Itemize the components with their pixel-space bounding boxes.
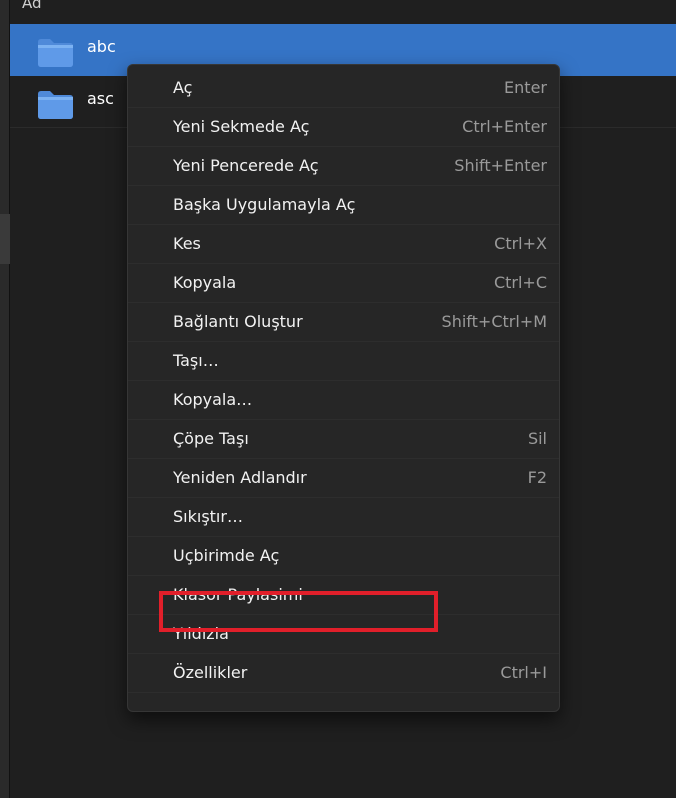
menu-item-open-new-tab[interactable]: Yeni Sekmede Aç Ctrl+Enter [128, 108, 559, 147]
menu-item-label: Taşı… [173, 351, 219, 370]
menu-item-open[interactable]: Aç Enter [128, 69, 559, 108]
menu-item-open-in-terminal[interactable]: Uçbirimde Aç [128, 537, 559, 576]
menu-item-label: Çöpe Taşı [173, 429, 249, 448]
menu-item-shortcut: Ctrl+C [493, 273, 547, 292]
file-name: abc [87, 37, 116, 56]
menu-item-shortcut: Shift+Ctrl+M [441, 312, 547, 331]
menu-item-label: Aç [173, 78, 193, 97]
menu-item-label: Yıldızla [173, 624, 229, 643]
menu-item-label: Kopyala… [173, 390, 253, 409]
menu-item-shortcut: Shift+Enter [454, 156, 547, 175]
scroll-marker [0, 214, 10, 264]
menu-item-label: Kes [173, 234, 201, 253]
menu-item-shortcut: Ctrl+I [500, 663, 547, 682]
menu-item-label: Yeniden Adlandır [173, 468, 307, 487]
window-side-border [0, 0, 10, 798]
menu-item-properties[interactable]: Özellikler Ctrl+I [128, 654, 559, 693]
menu-item-rename[interactable]: Yeniden Adlandır F2 [128, 459, 559, 498]
menu-item-copy[interactable]: Kopyala Ctrl+C [128, 264, 559, 303]
menu-item-open-new-window[interactable]: Yeni Pencerede Aç Shift+Enter [128, 147, 559, 186]
name-column-header[interactable]: Ad [22, 0, 42, 12]
menu-item-move-to-trash[interactable]: Çöpe Taşı Sil [128, 420, 559, 459]
menu-item-shortcut: Ctrl+X [494, 234, 547, 253]
menu-item-label: Başka Uygulamayla Aç [173, 195, 356, 214]
menu-item-label: Uçbirimde Aç [173, 546, 280, 565]
menu-item-label: Bağlantı Oluştur [173, 312, 303, 331]
menu-item-label: Yeni Sekmede Aç [173, 117, 310, 136]
folder-icon [38, 91, 73, 119]
menu-item-label: Kopyala [173, 273, 237, 292]
file-name: asc [87, 89, 114, 108]
menu-item-shortcut: Enter [504, 78, 547, 97]
menu-item-create-link[interactable]: Bağlantı Oluştur Shift+Ctrl+M [128, 303, 559, 342]
context-menu: Aç Enter Yeni Sekmede Aç Ctrl+Enter Yeni… [127, 64, 560, 712]
menu-item-label: Sıkıştır… [173, 507, 243, 526]
menu-item-shortcut: F2 [527, 468, 547, 487]
menu-item-shortcut: Ctrl+Enter [462, 117, 547, 136]
menu-item-open-with-other-app[interactable]: Başka Uygulamayla Aç [128, 186, 559, 225]
menu-item-star[interactable]: Yıldızla [128, 615, 559, 654]
column-header[interactable]: Ad [10, 0, 676, 24]
menu-item-copy-to[interactable]: Kopyala… [128, 381, 559, 420]
menu-item-label: Özellikler [173, 663, 248, 682]
folder-icon [38, 39, 73, 67]
menu-item-shortcut: Sil [527, 429, 547, 448]
file-manager-window: Ad abc asc Aç Enter Yeni Sekmede Aç Ctrl… [0, 0, 676, 798]
menu-item-label: Yeni Pencerede Aç [173, 156, 319, 175]
menu-item-compress[interactable]: Sıkıştır… [128, 498, 559, 537]
menu-item-cut[interactable]: Kes Ctrl+X [128, 225, 559, 264]
menu-item-label: Klasor Paylasimi [173, 585, 303, 604]
menu-item-move-to[interactable]: Taşı… [128, 342, 559, 381]
menu-item-folder-sharing[interactable]: Klasor Paylasimi [128, 576, 559, 615]
